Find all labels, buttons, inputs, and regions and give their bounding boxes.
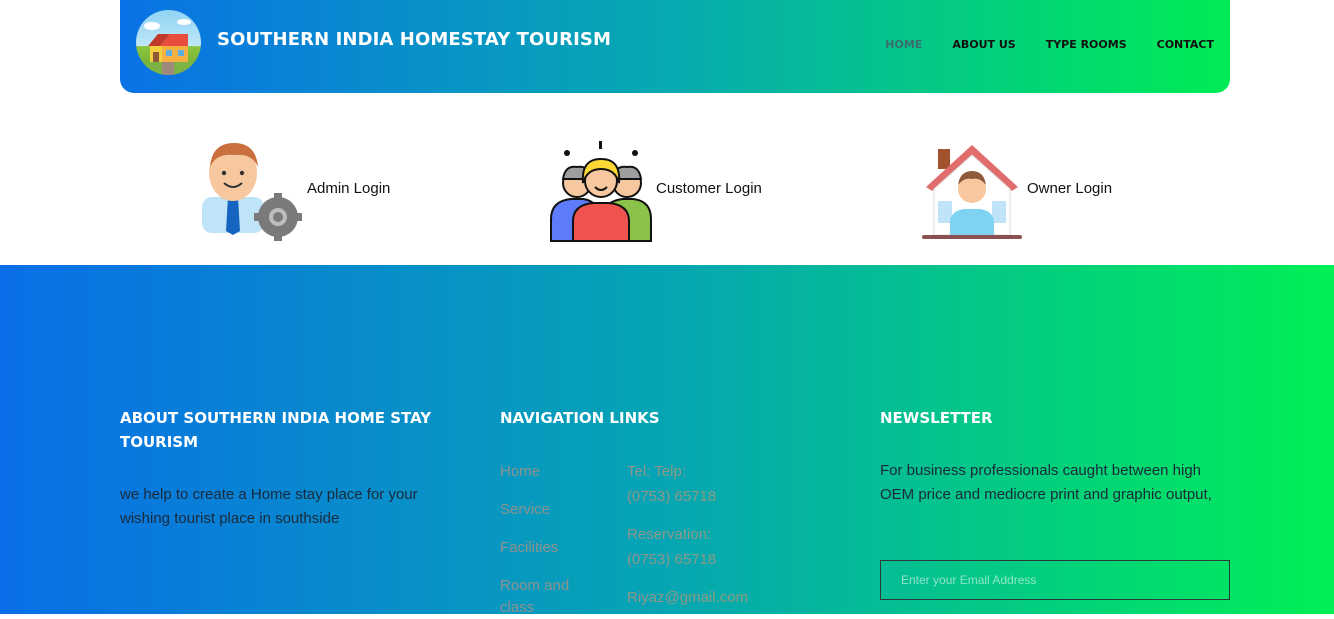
newsletter-text: For business professionals caught betwee… (880, 462, 1212, 503)
owner-login-label[interactable]: Owner Login (1027, 180, 1112, 197)
newsletter-email-input[interactable] (881, 561, 1229, 599)
contact-email[interactable]: Riyaz@gmail.com (627, 587, 748, 609)
about-text: we help to create a Home stay place for … (120, 486, 418, 527)
footer-link-facilities[interactable]: Facilities (500, 537, 558, 559)
nav-home[interactable]: HOME (885, 38, 922, 51)
customer-login[interactable]: Customer Login (549, 139, 762, 243)
contact-tel-value: (0753) 65718 (627, 488, 717, 505)
footer-link-home[interactable]: Home (500, 461, 540, 483)
admin-login-label[interactable]: Admin Login (307, 180, 390, 197)
contact-reservation-label: Reservation: (627, 526, 712, 543)
contact-reservation-value: (0753) 65718 (627, 551, 717, 568)
nav-contact[interactable]: CONTACT (1157, 38, 1214, 51)
admin-icon[interactable] (200, 141, 304, 241)
newsletter-email-box[interactable] (880, 560, 1230, 600)
footer-link-service[interactable]: Service (500, 499, 550, 521)
footer-link-room-class[interactable]: Room and class (500, 575, 590, 619)
site-footer: ABOUT SOUTHERN INDIA HOME STAY TOURISM w… (0, 265, 1334, 616)
customer-login-label[interactable]: Customer Login (656, 180, 762, 197)
customers-icon[interactable] (549, 139, 653, 243)
homestay-logo-icon[interactable] (136, 10, 201, 75)
nav-about-us[interactable]: ABOUT US (952, 38, 1015, 51)
site-header: SOUTHERN INDIA HOMESTAY TOURISM HOME ABO… (120, 0, 1230, 93)
admin-login[interactable]: Admin Login (200, 141, 390, 241)
owner-house-icon[interactable] (920, 141, 1024, 241)
login-options: Admin Login Customer Login Owner Login (0, 137, 1334, 247)
owner-login[interactable]: Owner Login (920, 141, 1112, 241)
navigation-title: NAVIGATION LINKS (500, 409, 660, 427)
main-nav: HOME ABOUT US TYPE ROOMS CONTACT (885, 38, 1214, 51)
newsletter-title: NEWSLETTER (880, 409, 993, 427)
contact-tel-label: Tel: Telp: (627, 463, 686, 480)
nav-type-rooms[interactable]: TYPE ROOMS (1046, 38, 1127, 51)
site-title[interactable]: SOUTHERN INDIA HOMESTAY TOURISM (217, 29, 611, 50)
about-title: ABOUT SOUTHERN INDIA HOME STAY TOURISM (120, 409, 432, 451)
